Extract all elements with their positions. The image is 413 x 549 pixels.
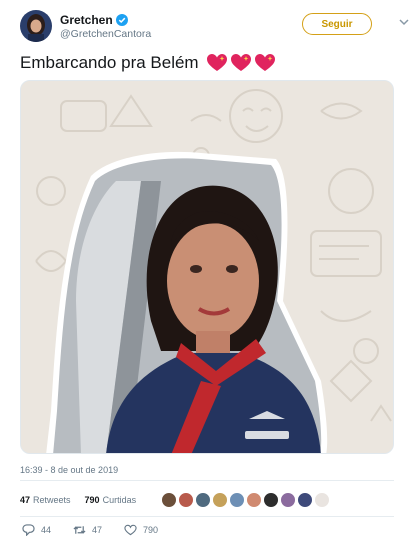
avatar[interactable] xyxy=(161,492,178,508)
tweet-header: Gretchen @GretchenCantora Seguir xyxy=(20,10,409,44)
avatar[interactable] xyxy=(263,492,280,508)
tweet-media-photo[interactable] xyxy=(20,80,394,454)
sparkling-heart-icon xyxy=(206,54,227,71)
emoji-group xyxy=(206,53,276,73)
reply-icon xyxy=(22,524,35,536)
display-name[interactable]: Gretchen xyxy=(60,13,113,27)
sparkling-heart-icon xyxy=(230,54,251,71)
retweets-stat[interactable]: 47 Retweets xyxy=(20,495,71,505)
avatar[interactable] xyxy=(280,492,297,508)
avatar[interactable] xyxy=(297,492,314,508)
retweet-count: 47 xyxy=(92,525,103,535)
liker-avatars xyxy=(160,492,331,508)
tweet-timestamp[interactable]: 16:39 - 8 de out de 2019 xyxy=(20,465,118,475)
divider xyxy=(20,516,394,517)
likes-stat[interactable]: 790 Curtidas xyxy=(85,495,137,505)
sparkling-heart-icon xyxy=(254,54,275,71)
retweet-button[interactable]: 47 xyxy=(73,524,102,536)
tweet-actions: 44 47 790 xyxy=(22,524,180,536)
reply-button[interactable]: 44 xyxy=(22,524,51,536)
likes-stat-label: Curtidas xyxy=(102,495,137,505)
tweet-text-content: Embarcando pra Belém xyxy=(20,53,199,72)
follow-button[interactable]: Seguir xyxy=(302,13,372,35)
name-row: Gretchen xyxy=(60,13,128,27)
user-handle[interactable]: @GretchenCantora xyxy=(60,28,151,40)
like-count: 790 xyxy=(143,525,159,535)
avatar[interactable] xyxy=(195,492,212,508)
photo-illustration xyxy=(21,81,393,453)
retweets-stat-count: 47 xyxy=(20,495,31,505)
avatar[interactable] xyxy=(229,492,246,508)
reply-count: 44 xyxy=(41,525,52,535)
tweet-text: Embarcando pra Belém xyxy=(20,53,276,73)
engagement-stats: 47 Retweets 790 Curtidas xyxy=(20,486,394,514)
avatar[interactable] xyxy=(20,10,52,42)
avatar[interactable] xyxy=(212,492,229,508)
avatar[interactable] xyxy=(246,492,263,508)
likes-stat-count: 790 xyxy=(84,495,100,505)
retweets-stat-label: Retweets xyxy=(33,495,71,505)
heart-icon xyxy=(124,524,137,536)
verified-badge-icon xyxy=(115,14,128,26)
like-button[interactable]: 790 xyxy=(124,524,158,536)
chevron-down-icon[interactable] xyxy=(398,17,410,27)
avatar[interactable] xyxy=(178,492,195,508)
retweet-icon xyxy=(73,526,86,534)
avatar[interactable] xyxy=(314,492,331,508)
divider xyxy=(20,480,394,481)
